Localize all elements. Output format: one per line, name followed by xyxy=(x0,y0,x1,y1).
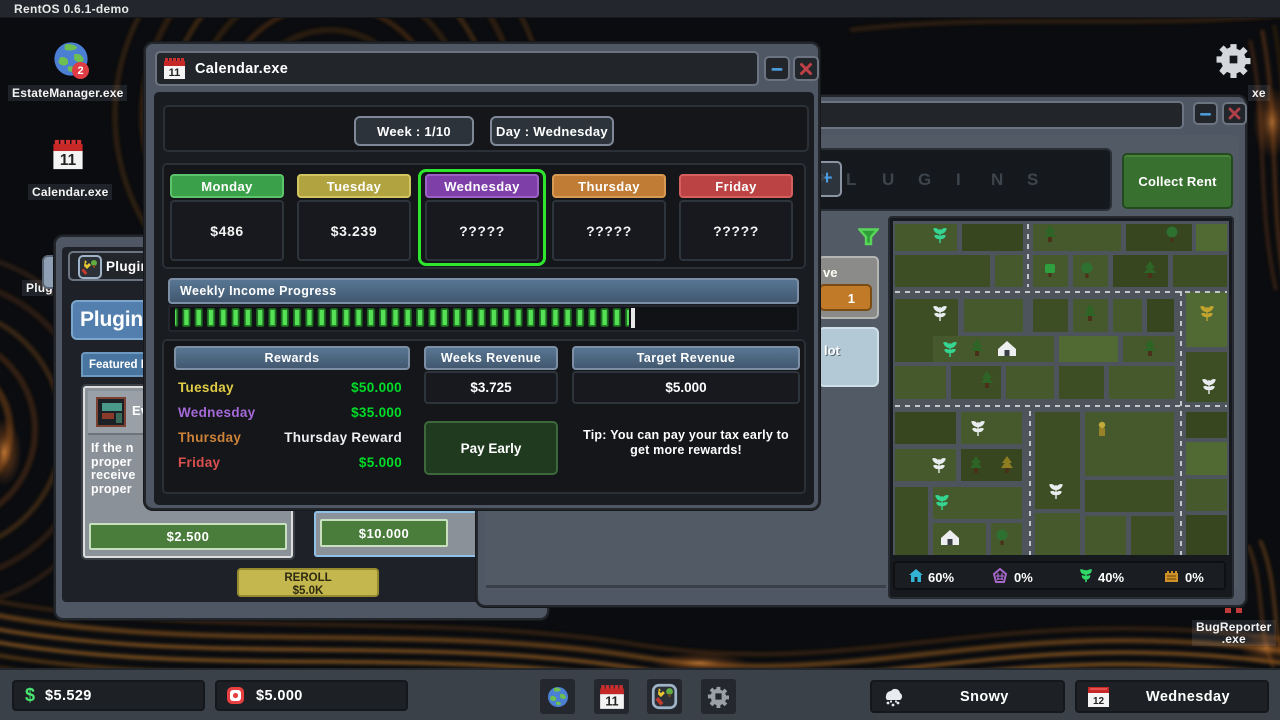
svg-text:11: 11 xyxy=(169,67,181,79)
svg-text:12: 12 xyxy=(1093,696,1105,707)
svg-text:11: 11 xyxy=(605,694,618,708)
svg-text:11: 11 xyxy=(60,152,77,169)
